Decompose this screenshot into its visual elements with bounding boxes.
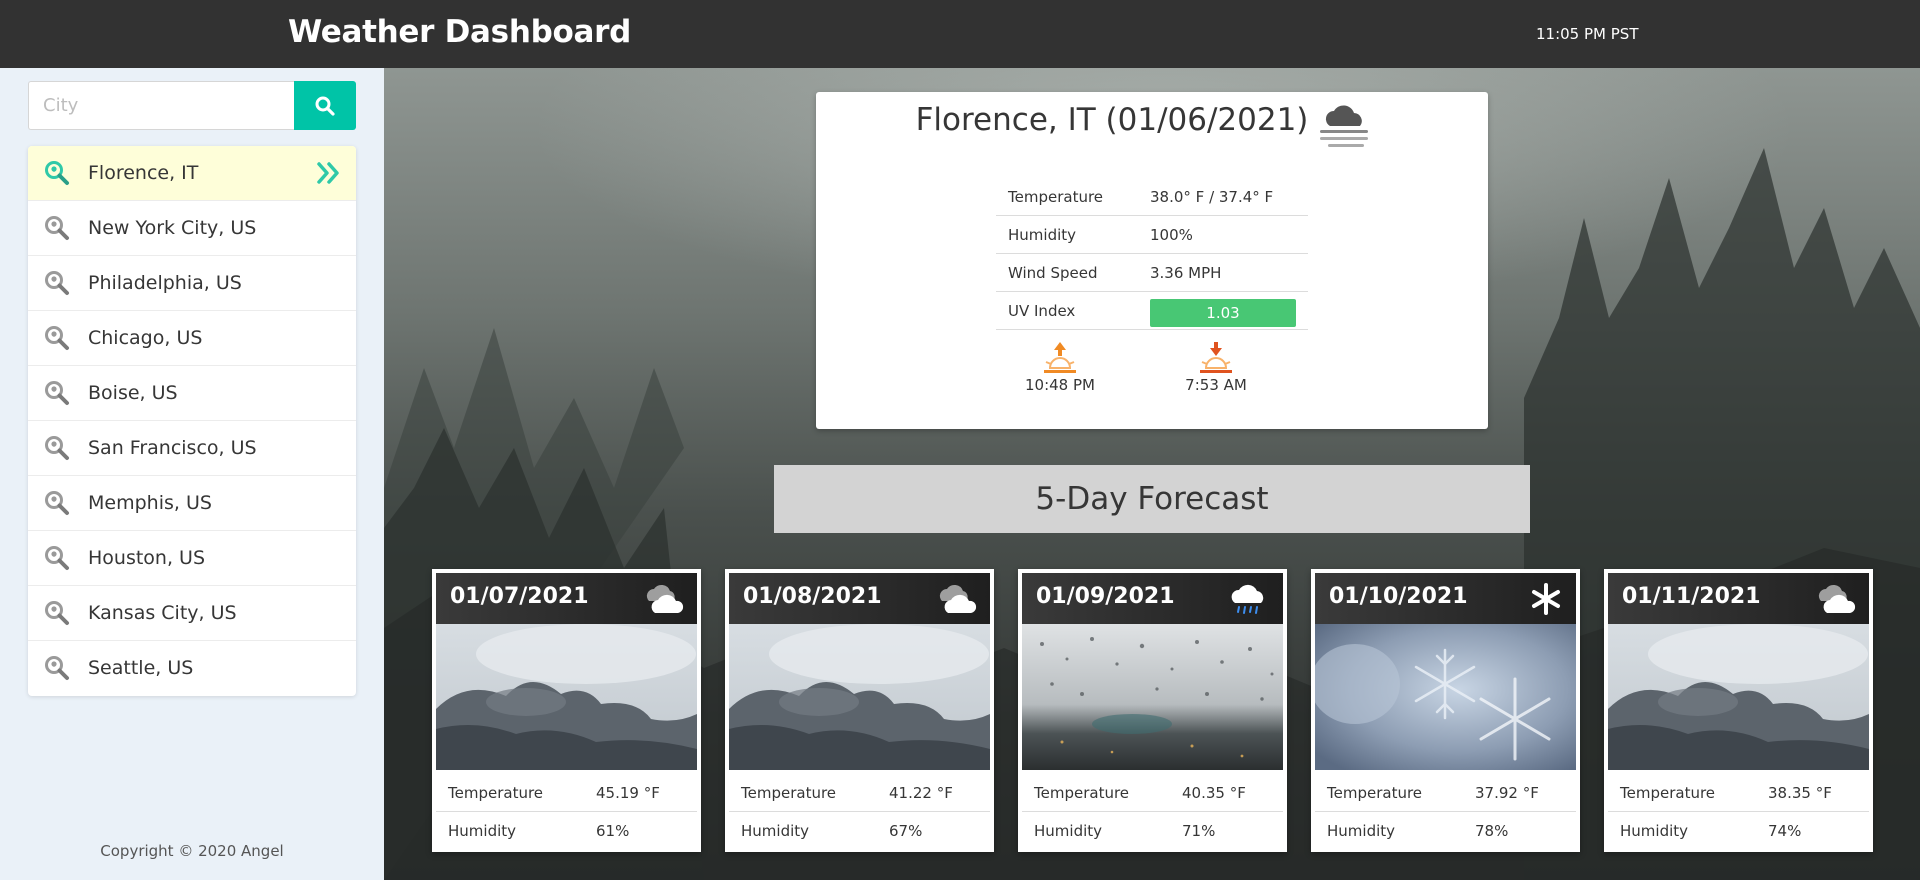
search-button[interactable] [294,81,356,130]
main-content: Florence, IT (01/06/2021) Temperature 38… [384,68,1920,880]
forecast-date: 01/10/2021 [1329,584,1468,609]
forecast-humidity-row: Humidity 61% [448,822,630,840]
search-history-item[interactable]: Philadelphia, US [28,256,356,311]
forecast-image [1315,624,1576,770]
forecast-image [729,624,990,770]
forecast-card: 01/09/2021 Temperature 40.35 °F Humidity 71% [1018,569,1287,852]
app-title: Weather Dashboard [288,14,631,50]
search-history-item[interactable]: Kansas City, US [28,586,356,641]
search-history-item[interactable]: Memphis, US [28,476,356,531]
cloudy-sky-photo [729,624,990,770]
current-weather-card: Florence, IT (01/06/2021) Temperature 38… [816,92,1488,429]
forecast-card: 01/10/2021 Temperature 37.92 °F Humidity 78% [1311,569,1580,852]
city-search-input[interactable] [28,81,295,130]
forecast-card: 01/08/2021 Temperature 41.22 °F Humidity 67% [725,569,994,852]
mist-cloud-icon [1320,105,1368,147]
location-search-icon [45,491,69,515]
stat-row-wind-speed: Wind Speed 3.36 MPH [996,254,1308,292]
cloud-icon [1818,584,1856,613]
forecast-date: 01/07/2021 [450,584,589,609]
current-stats-table: Temperature 38.0° F / 37.4° F Humidity 1… [996,178,1308,330]
search-history-item[interactable]: Florence, IT [28,146,356,201]
rain-window-photo [1022,624,1283,770]
search-history-label: Seattle, US [88,657,194,679]
search-history-label: Chicago, US [88,327,203,349]
search-history-label: Kansas City, US [88,602,237,624]
location-search-icon [45,326,69,350]
search-history-item[interactable]: Houston, US [28,531,356,586]
search-form [28,81,356,130]
cloud-icon [646,584,684,613]
forecast-heading: 5-Day Forecast [774,465,1530,533]
forecast-card: 01/11/2021 Temperature 38.35 °F Humidity 74% [1604,569,1873,852]
search-history-item[interactable]: Chicago, US [28,311,356,366]
forecast-temperature-row: Temperature 45.19 °F [436,774,697,812]
location-search-icon [45,216,69,240]
search-history-label: San Francisco, US [88,437,257,459]
location-search-icon [45,381,69,405]
search-icon [315,96,335,116]
forecast-card-header: 01/11/2021 [1608,573,1869,624]
search-history-item[interactable]: San Francisco, US [28,421,356,476]
sunrise-indicator: 7:53 AM [1166,340,1266,394]
sunrise-icon [1200,342,1232,373]
sunset-icon [1044,342,1076,373]
forecast-temperature-row: Temperature 41.22 °F [729,774,990,812]
location-search-icon [45,546,69,570]
uv-index-badge: 1.03 [1150,299,1296,327]
forecast-card-header: 01/08/2021 [729,573,990,624]
forecast-card: 01/07/2021 Temperature 45.19 °F Humidity 61% [432,569,701,852]
forecast-image [1608,624,1869,770]
cloudy-sky-photo [436,624,697,770]
current-time: 11:05 PM PST [1536,25,1639,43]
forecast-temperature-row: Temperature 37.92 °F [1315,774,1576,812]
forecast-temperature-row: Temperature 40.35 °F [1022,774,1283,812]
stat-row-temperature: Temperature 38.0° F / 37.4° F [996,178,1308,216]
search-history-list: Florence, IT New York City, US Philadelphi… [28,146,356,696]
location-search-icon [45,656,69,680]
forecast-date: 01/09/2021 [1036,584,1175,609]
search-history-item[interactable]: Boise, US [28,366,356,421]
search-history-label: Florence, IT [88,162,199,184]
stat-row-humidity: Humidity 100% [996,216,1308,254]
forecast-humidity-row: Humidity 67% [741,822,923,840]
search-history-label: New York City, US [88,217,257,239]
double-chevron-right-icon [317,162,339,184]
cloud-icon [939,584,977,613]
forecast-humidity-row: Humidity 71% [1034,822,1216,840]
search-history-label: Boise, US [88,382,178,404]
forecast-date: 01/08/2021 [743,584,882,609]
current-city-title: Florence, IT (01/06/2021) [915,102,1309,138]
search-history-label: Memphis, US [88,492,212,514]
location-search-icon [45,271,69,295]
forecast-image [436,624,697,770]
snowflake-icon [1532,583,1560,615]
search-history-label: Houston, US [88,547,206,569]
rain-icon [1231,584,1264,614]
copyright-text: Copyright © 2020 Angel [100,842,284,860]
top-navbar: Weather Dashboard 11:05 PM PST [0,0,1920,68]
location-search-icon [45,161,69,185]
forecast-temperature-row: Temperature 38.35 °F [1608,774,1869,812]
search-history-label: Philadelphia, US [88,272,242,294]
search-history-item[interactable]: New York City, US [28,201,356,256]
forecast-humidity-row: Humidity 74% [1620,822,1802,840]
cloudy-sky-photo [1608,624,1869,770]
sunset-indicator: 10:48 PM [1010,340,1110,394]
forecast-humidity-row: Humidity 78% [1327,822,1509,840]
forecast-date: 01/11/2021 [1622,584,1761,609]
forecast-card-header: 01/07/2021 [436,573,697,624]
location-search-icon [45,436,69,460]
forecast-card-header: 01/10/2021 [1315,573,1576,624]
location-search-icon [45,601,69,625]
snowflake-photo [1315,624,1576,770]
forecast-image [1022,624,1283,770]
sidebar: Florence, IT New York City, US Philadelphi… [0,68,384,880]
search-history-item[interactable]: Seattle, US [28,641,356,696]
forecast-card-header: 01/09/2021 [1022,573,1283,624]
stat-row-uv-index: UV Index 1.03 [996,292,1308,330]
